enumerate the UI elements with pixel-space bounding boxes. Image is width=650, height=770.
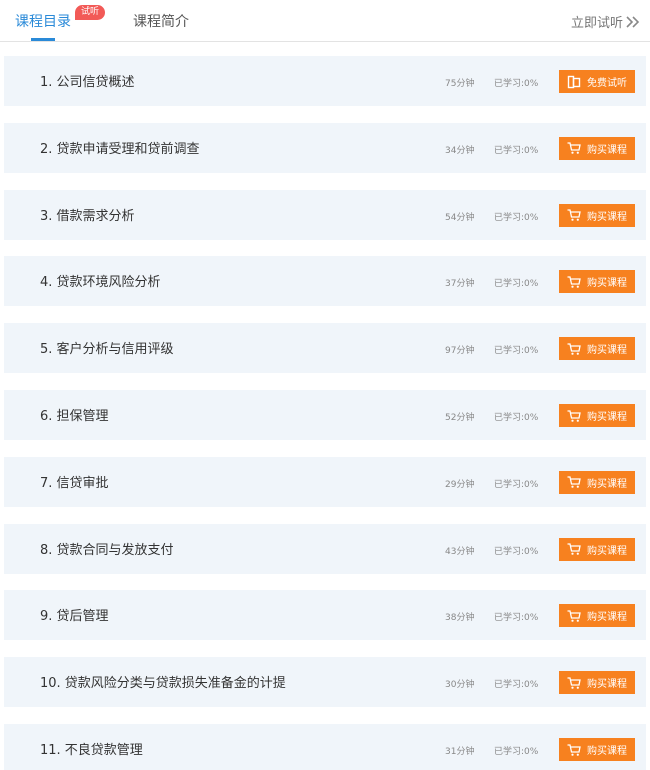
- lesson-title[interactable]: 4. 贷款环境风险分析: [40, 271, 161, 290]
- buy-course-button[interactable]: 购买课程: [559, 337, 635, 361]
- lesson-row[interactable]: 1. 公司信贷概述 75分钟 已学习:0% 免费试听: [4, 56, 646, 106]
- button-label: 购买课程: [587, 746, 627, 757]
- course-tabs: 课程目录 试听 课程简介 立即试听: [0, 0, 650, 42]
- buy-course-button[interactable]: 购买课程: [559, 671, 635, 695]
- lesson-progress: 已学习:0%: [494, 79, 539, 89]
- buy-course-button[interactable]: 购买课程: [559, 738, 635, 761]
- button-label: 购买课程: [587, 211, 627, 223]
- lesson-row[interactable]: 6. 担保管理 52分钟 已学习:0% 购买课程: [4, 390, 646, 440]
- lesson-duration: 34分钟: [445, 145, 475, 156]
- lesson-duration: 30分钟: [445, 680, 475, 691]
- cart-icon: [567, 609, 581, 623]
- button-label: 购买课程: [587, 278, 627, 290]
- button-label: 免费试听: [587, 78, 627, 89]
- listen-now-link[interactable]: 立即试听: [571, 12, 640, 31]
- buy-course-button[interactable]: 购买课程: [559, 203, 635, 227]
- lesson-progress: 已学习:0%: [494, 279, 539, 290]
- tab-course-catalog[interactable]: 课程目录: [15, 11, 71, 31]
- button-label: 购买课程: [587, 679, 627, 691]
- cart-icon: [567, 208, 581, 222]
- lesson-duration: 43分钟: [445, 546, 475, 557]
- cart-icon: [567, 275, 581, 289]
- cart-icon: [567, 409, 581, 423]
- lesson-row[interactable]: 10. 贷款风险分类与贷款损失准备金的计提 30分钟 已学习:0% 购买课程: [4, 657, 646, 708]
- button-label: 购买课程: [587, 144, 627, 156]
- lesson-title[interactable]: 7. 信贷审批: [40, 472, 109, 491]
- lesson-row[interactable]: 7. 信贷审批 29分钟 已学习:0% 购买课程: [4, 456, 646, 507]
- lesson-row[interactable]: 5. 客户分析与信用评级 97分钟 已学习:0% 购买课程: [4, 323, 646, 374]
- lesson-progress: 已学习:0%: [494, 680, 539, 691]
- button-label: 购买课程: [587, 345, 627, 357]
- lesson-row[interactable]: 3. 借款需求分析 54分钟 已学习:0% 购买课程: [4, 189, 646, 240]
- lesson-progress: 已学习:0%: [494, 145, 539, 156]
- cart-icon: [567, 342, 581, 356]
- lesson-row[interactable]: 2. 贷款申请受理和贷前调查 34分钟 已学习:0% 购买课程: [4, 122, 646, 173]
- lesson-progress: 已学习:0%: [494, 747, 539, 757]
- cart-icon: [567, 475, 581, 489]
- double-chevron-right-icon: [626, 15, 640, 28]
- lesson-duration: 97分钟: [445, 346, 475, 357]
- button-label: 购买课程: [587, 612, 627, 624]
- lesson-title[interactable]: 2. 贷款申请受理和贷前调查: [40, 138, 200, 157]
- buy-course-button[interactable]: 购买课程: [559, 604, 635, 628]
- buy-course-button[interactable]: 购买课程: [559, 404, 635, 427]
- cart-icon: [567, 141, 581, 155]
- lesson-progress: 已学习:0%: [494, 212, 539, 223]
- lesson-title[interactable]: 6. 担保管理: [40, 405, 109, 424]
- lesson-duration: 38分钟: [445, 613, 475, 624]
- lesson-title[interactable]: 1. 公司信贷概述: [40, 71, 135, 90]
- active-tab-indicator: [31, 38, 55, 41]
- lesson-progress: 已学习:0%: [494, 613, 539, 624]
- lesson-duration: 54分钟: [445, 212, 475, 223]
- trial-badge: 试听: [75, 5, 106, 20]
- lesson-progress: 已学习:0%: [494, 346, 539, 357]
- listen-now-label: 立即试听: [570, 16, 623, 31]
- free-trial-icon: [567, 75, 581, 89]
- button-label: 购买课程: [587, 545, 627, 557]
- cart-icon: [567, 676, 581, 690]
- lesson-title[interactable]: 3. 借款需求分析: [40, 205, 135, 224]
- lesson-progress: 已学习:0%: [494, 479, 539, 490]
- lesson-duration: 29分钟: [445, 479, 475, 490]
- lesson-duration: 37分钟: [445, 279, 475, 290]
- buy-course-button[interactable]: 购买课程: [559, 136, 635, 160]
- lesson-row[interactable]: 11. 不良贷款管理 31分钟 已学习:0% 购买课程: [4, 724, 646, 770]
- free-trial-button[interactable]: 免费试听: [559, 70, 635, 93]
- lesson-title[interactable]: 5. 客户分析与信用评级: [40, 338, 174, 357]
- lesson-row[interactable]: 4. 贷款环境风险分析 37分钟 已学习:0% 购买课程: [4, 256, 646, 307]
- cart-icon: [567, 542, 581, 556]
- button-label: 购买课程: [587, 478, 627, 490]
- lesson-duration: 52分钟: [445, 413, 475, 423]
- lesson-duration: 75分钟: [445, 79, 475, 89]
- button-label: 购买课程: [587, 412, 627, 423]
- lesson-title[interactable]: 10. 贷款风险分类与贷款损失准备金的计提: [40, 672, 286, 691]
- buy-course-button[interactable]: 购买课程: [559, 470, 635, 494]
- lesson-title[interactable]: 8. 贷款合同与发放支付: [40, 539, 174, 558]
- lesson-title[interactable]: 11. 不良贷款管理: [40, 739, 143, 758]
- lesson-progress: 已学习:0%: [494, 546, 539, 557]
- buy-course-button[interactable]: 购买课程: [559, 270, 635, 294]
- buy-course-button[interactable]: 购买课程: [559, 537, 635, 561]
- lesson-duration: 31分钟: [445, 747, 475, 757]
- lesson-title[interactable]: 9. 贷后管理: [40, 605, 109, 624]
- lesson-progress: 已学习:0%: [494, 413, 539, 423]
- lesson-row[interactable]: 9. 贷后管理 38分钟 已学习:0% 购买课程: [4, 590, 646, 641]
- tab-course-intro[interactable]: 课程简介: [133, 11, 189, 31]
- lesson-row[interactable]: 8. 贷款合同与发放支付 43分钟 已学习:0% 购买课程: [4, 523, 646, 574]
- cart-icon: [567, 743, 581, 757]
